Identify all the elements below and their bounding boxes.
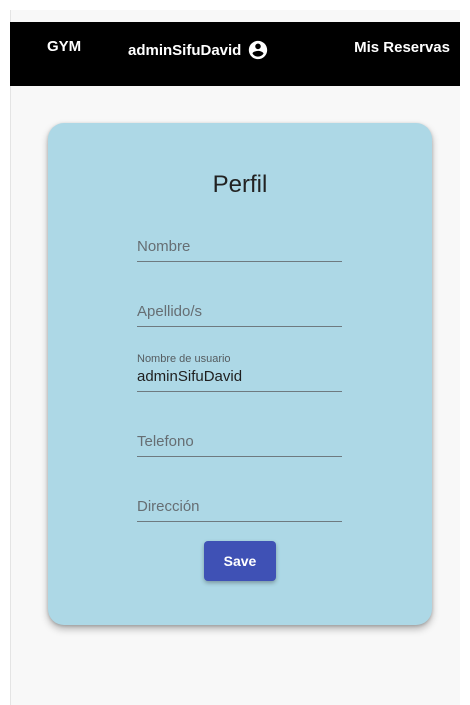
username-label: adminSifuDavid <box>128 41 242 59</box>
page-title: Perfil <box>212 171 268 198</box>
nombre-input[interactable] <box>137 238 342 255</box>
telefono-field <box>137 413 342 457</box>
nombre-field <box>137 218 342 262</box>
apellidos-field <box>137 283 342 327</box>
user-menu[interactable]: adminSifuDavid <box>128 39 269 61</box>
direccion-input[interactable] <box>137 498 342 515</box>
apellidos-input[interactable] <box>137 303 342 320</box>
usuario-input[interactable] <box>137 368 342 385</box>
save-button[interactable]: Save <box>204 541 276 581</box>
mis-reservas-link[interactable]: Mis Reservas <box>354 39 450 56</box>
usuario-field: Nombre de usuario <box>137 348 342 392</box>
telefono-input[interactable] <box>137 433 342 450</box>
top-navbar: GYM adminSifuDavid Mis Reservas <box>10 22 460 86</box>
account-circle-icon <box>247 39 269 61</box>
direccion-field <box>137 478 342 522</box>
brand-link[interactable]: GYM <box>47 38 81 55</box>
profile-card: Perfil Nombre de usuario Save <box>48 123 432 625</box>
usuario-label: Nombre de usuario <box>137 353 231 365</box>
